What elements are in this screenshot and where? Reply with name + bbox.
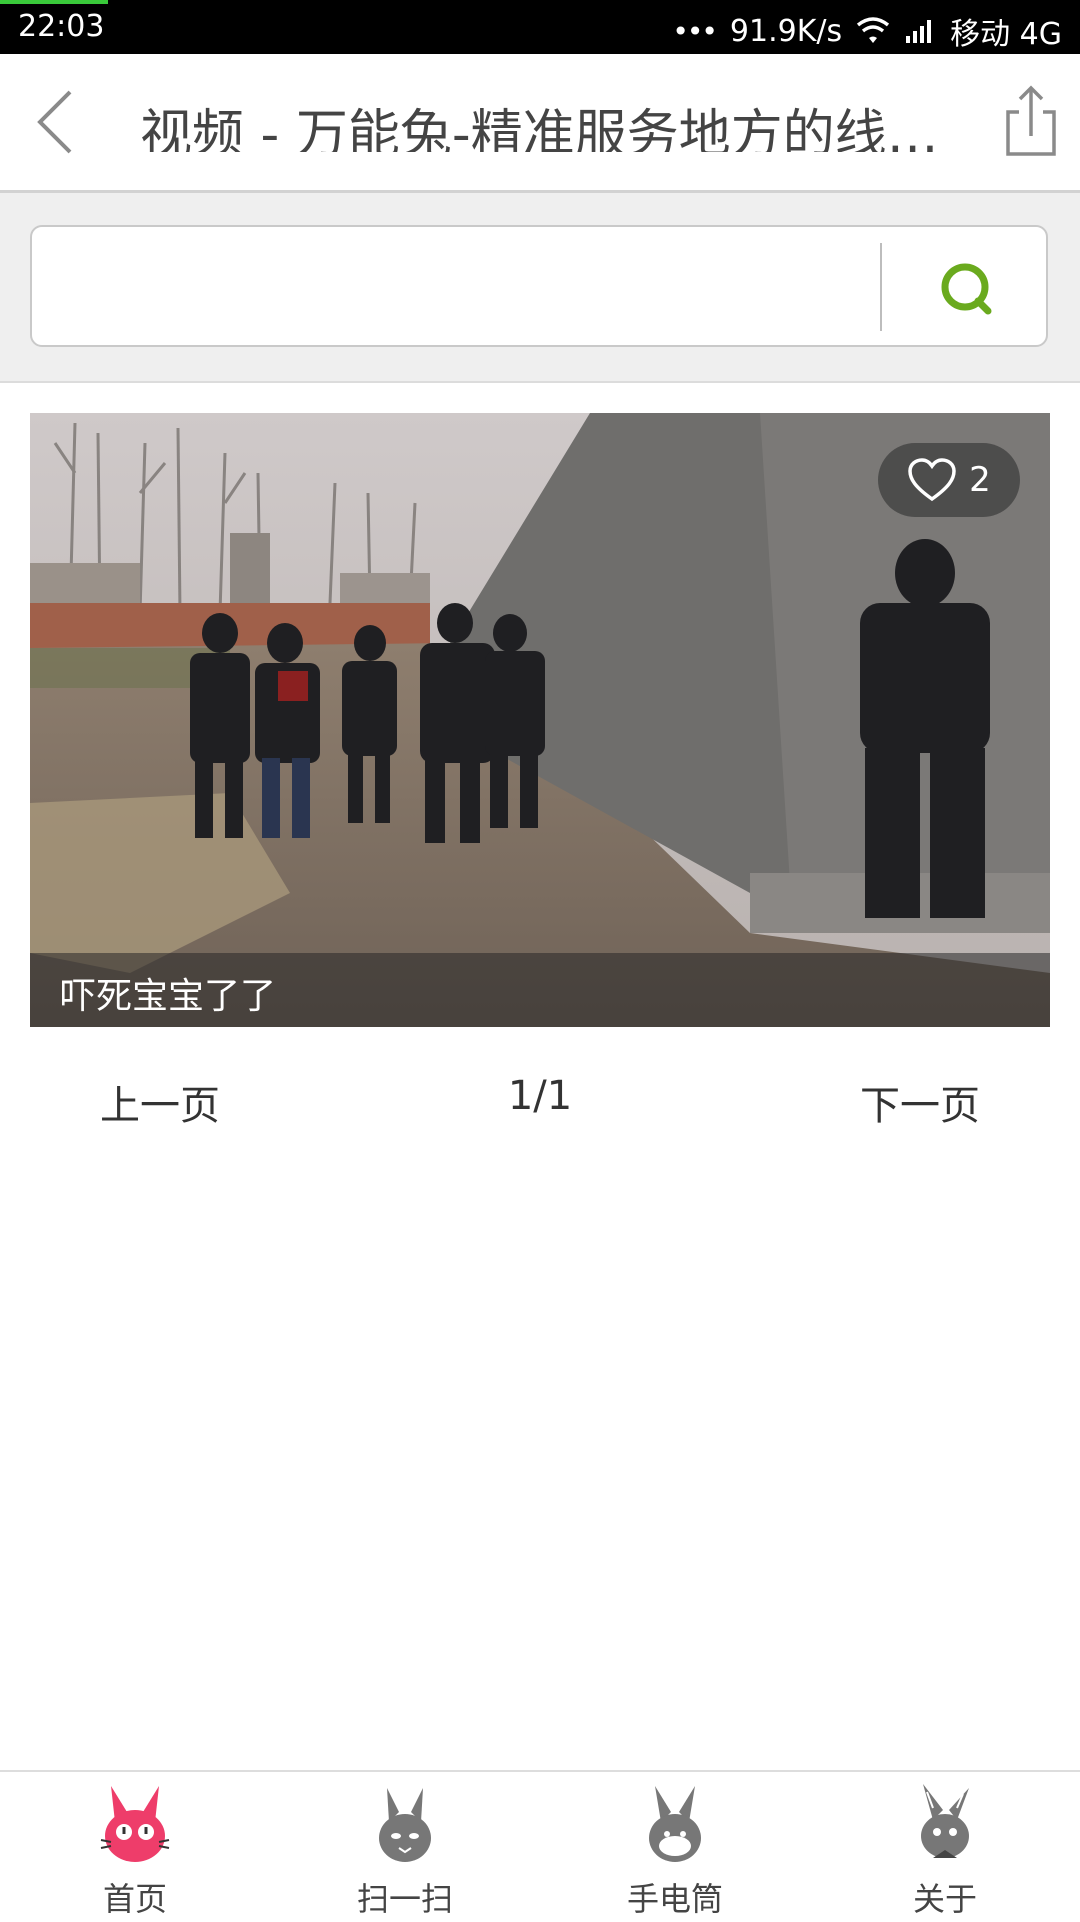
bottom-nav: 首页 扫一扫 手电筒 关于 <box>0 1770 1080 1922</box>
search-input[interactable] <box>50 241 874 333</box>
carrier-label: 移动 4G <box>950 17 1062 52</box>
nav-label-scan: 扫一扫 <box>356 1880 453 1918</box>
rabbit-about-icon <box>921 1784 969 1858</box>
status-dots: ••• <box>672 14 718 48</box>
title-bar: 视频 - 万能兔-精准服务地方的线… <box>0 54 1080 193</box>
like-count: 2 <box>969 460 991 500</box>
back-button[interactable] <box>22 84 92 160</box>
rabbit-home-icon <box>100 1786 170 1862</box>
share-button[interactable] <box>1000 84 1062 160</box>
caption-bar: 吓死宝宝了了 <box>30 953 1050 1027</box>
heart-icon <box>908 458 956 502</box>
status-time: 22:03 <box>18 9 105 44</box>
page-title: 视频 - 万能兔-精准服务地方的线… <box>140 105 939 152</box>
share-icon <box>1006 85 1056 156</box>
search-divider <box>880 243 882 331</box>
search-button[interactable] <box>932 253 1004 325</box>
nav-label-home: 首页 <box>102 1880 167 1918</box>
loading-progress-bar <box>0 0 108 4</box>
video-caption: 吓死宝宝了了 <box>60 976 277 1017</box>
pagination: 上一页 1/1 下一页 <box>0 1068 1080 1132</box>
search-box <box>30 225 1048 347</box>
nav-item-scan[interactable]: 扫一扫 <box>270 1772 540 1922</box>
nav-item-about[interactable]: 关于 <box>810 1772 1080 1922</box>
chevron-left-icon <box>37 90 72 154</box>
network-speed: 91.9K/s <box>729 13 843 49</box>
rabbit-flashlight-icon <box>649 1786 701 1862</box>
nav-label-flashlight: 手电筒 <box>626 1880 723 1918</box>
status-indicators: ••• 91.9K/s 移动 4G <box>672 9 1062 53</box>
signal-icon <box>904 18 936 44</box>
nav-item-home[interactable]: 首页 <box>0 1772 270 1922</box>
nav-item-flashlight[interactable]: 手电筒 <box>540 1772 810 1922</box>
status-bar: 22:03 ••• 91.9K/s 移动 4G <box>0 0 1080 54</box>
like-badge[interactable]: 2 <box>878 443 1020 517</box>
nav-label-about: 关于 <box>912 1880 977 1918</box>
next-page-link[interactable]: 下一页 <box>860 1073 980 1131</box>
search-area <box>0 193 1080 383</box>
rabbit-scan-icon <box>379 1788 431 1862</box>
search-icon <box>941 263 992 315</box>
wifi-icon <box>856 17 890 45</box>
video-card[interactable]: 2 吓死宝宝了了 <box>30 413 1050 1027</box>
